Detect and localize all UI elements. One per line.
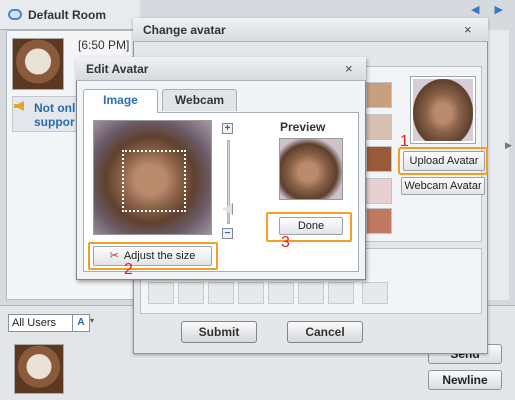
collapse-arrow-icon[interactable]: ▶ (505, 140, 512, 151)
step-annotation-3: 3 (281, 234, 290, 251)
avatar-thumb[interactable] (366, 146, 392, 172)
chat-user-avatar (12, 38, 64, 90)
submit-button[interactable]: Submit (181, 321, 257, 343)
nav-arrows-icon[interactable]: ◀ ▶ (471, 3, 509, 16)
room-title: Default Room (28, 7, 106, 22)
webcam-avatar-button[interactable]: Webcam Avatar (401, 177, 485, 195)
message-timestamp: [6:50 PM] (78, 38, 130, 52)
tab-webcam[interactable]: Webcam (162, 89, 237, 111)
step-annotation-1: 1 (400, 133, 409, 150)
room-header: Default Room (0, 0, 140, 30)
highlight-box-1 (398, 147, 488, 175)
avatar-slot[interactable] (208, 282, 234, 304)
font-button[interactable]: A (72, 314, 90, 332)
tab-image[interactable]: Image (83, 89, 158, 113)
step-annotation-2: 2 (124, 261, 133, 278)
close-icon[interactable]: × (464, 22, 472, 37)
newline-button[interactable]: Newline (428, 370, 502, 390)
font-dropdown-icon[interactable]: ▾ (90, 316, 94, 325)
edit-avatar-title: Edit Avatar (76, 57, 366, 81)
preview-label: Preview (280, 120, 326, 134)
change-avatar-title: Change avatar (133, 18, 488, 42)
avatar-thumb[interactable] (366, 82, 392, 108)
preview-image (279, 138, 343, 200)
avatar-slot[interactable] (298, 282, 324, 304)
zoom-in-icon[interactable]: + (222, 123, 233, 134)
my-avatar[interactable] (14, 344, 64, 394)
avatar-slot[interactable] (178, 282, 204, 304)
avatar-slot[interactable] (238, 282, 264, 304)
avatar-slot[interactable] (148, 282, 174, 304)
chat-bubble-icon (8, 9, 22, 20)
avatar-slot[interactable] (362, 282, 388, 304)
avatar-slot[interactable] (328, 282, 354, 304)
close-icon[interactable]: × (345, 61, 353, 76)
zoom-out-icon[interactable]: − (222, 228, 233, 239)
avatar-thumb[interactable] (366, 178, 392, 204)
cancel-button[interactable]: Cancel (287, 321, 363, 343)
avatar-thumb[interactable] (366, 208, 392, 234)
avatar-thumb[interactable] (366, 114, 392, 140)
highlight-box-3 (266, 212, 352, 242)
user-filter-value: All Users (12, 317, 57, 329)
crop-selection[interactable] (122, 150, 186, 212)
highlight-box-2 (88, 242, 218, 270)
current-avatar-preview (410, 76, 476, 144)
avatar-slot[interactable] (268, 282, 294, 304)
user-list-strip (487, 30, 509, 300)
